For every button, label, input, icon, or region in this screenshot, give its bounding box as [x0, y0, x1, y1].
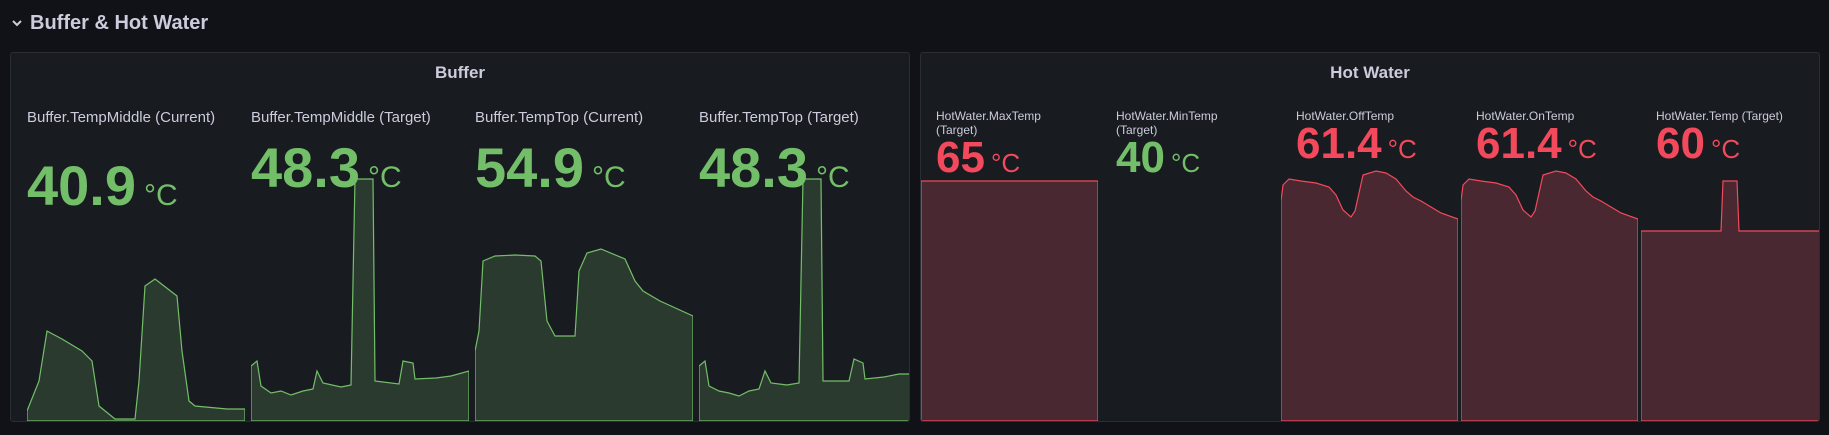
stat-label: Buffer.TempMiddle (Target) — [251, 109, 431, 126]
row-title: Buffer & Hot Water — [30, 11, 209, 34]
panel-hot-water[interactable]: Hot Water HotWater.MaxTemp (Target) 65 °C… — [920, 52, 1820, 422]
sparkline — [1461, 170, 1638, 421]
row-header-buffer-hot-water[interactable]: Buffer & Hot Water — [10, 8, 208, 38]
chevron-down-icon — [12, 20, 22, 27]
stat-hotwater-maxtemp-target: HotWater.MaxTemp (Target) 65 °C — [921, 95, 1098, 421]
stat-buffer-temptop-target: Buffer.TempTop (Target) 48.3 °C — [699, 95, 909, 421]
stat-hotwater-ontemp: HotWater.OnTemp 61.4 °C — [1461, 95, 1638, 421]
panel-title: Buffer — [434, 63, 486, 82]
sparkline — [475, 248, 693, 421]
stat-hotwater-temp-target: HotWater.Temp (Target) 60 °C — [1641, 95, 1819, 421]
sparkline — [921, 180, 1098, 421]
stat-value: 65 °C — [936, 133, 1021, 182]
stat-value: 60 °C — [1656, 119, 1741, 168]
stat-label: Buffer.TempTop (Current) — [475, 109, 644, 126]
stat-buffer-tempmiddle-target: Buffer.TempMiddle (Target) 48.3 °C — [251, 95, 469, 421]
stat-buffer-tempmiddle-current: Buffer.TempMiddle (Current) 40.9 °C — [27, 95, 245, 421]
stat-label: Buffer.TempTop (Target) — [699, 109, 859, 126]
stat-value: 40.9 °C — [27, 154, 178, 217]
stat-value: 48.3 °C — [251, 136, 402, 199]
sparkline — [1641, 180, 1819, 421]
sparkline — [1281, 170, 1458, 421]
stat-label: Buffer.TempMiddle (Current) — [27, 109, 216, 126]
stat-buffer-temptop-current: Buffer.TempTop (Current) 54.9 °C — [475, 95, 693, 421]
stat-value: 61.4 °C — [1296, 119, 1417, 168]
panel-buffer[interactable]: Buffer Buffer.TempMiddle (Current) 40.9 °… — [10, 52, 910, 422]
sparkline — [251, 178, 469, 421]
stat-hotwater-offtemp: HotWater.OffTemp 61.4 °C — [1281, 95, 1458, 421]
stat-hotwater-mintemp-target: HotWater.MinTemp (Target) 40 °C — [1101, 95, 1278, 421]
stat-value: 48.3 °C — [699, 136, 850, 199]
sparkline — [699, 178, 909, 421]
sparkline — [27, 278, 245, 421]
stat-value: 61.4 °C — [1476, 119, 1597, 168]
stat-value: 54.9 °C — [475, 136, 626, 199]
panel-title: Hot Water — [1330, 63, 1410, 82]
stat-value: 40 °C — [1116, 133, 1201, 182]
